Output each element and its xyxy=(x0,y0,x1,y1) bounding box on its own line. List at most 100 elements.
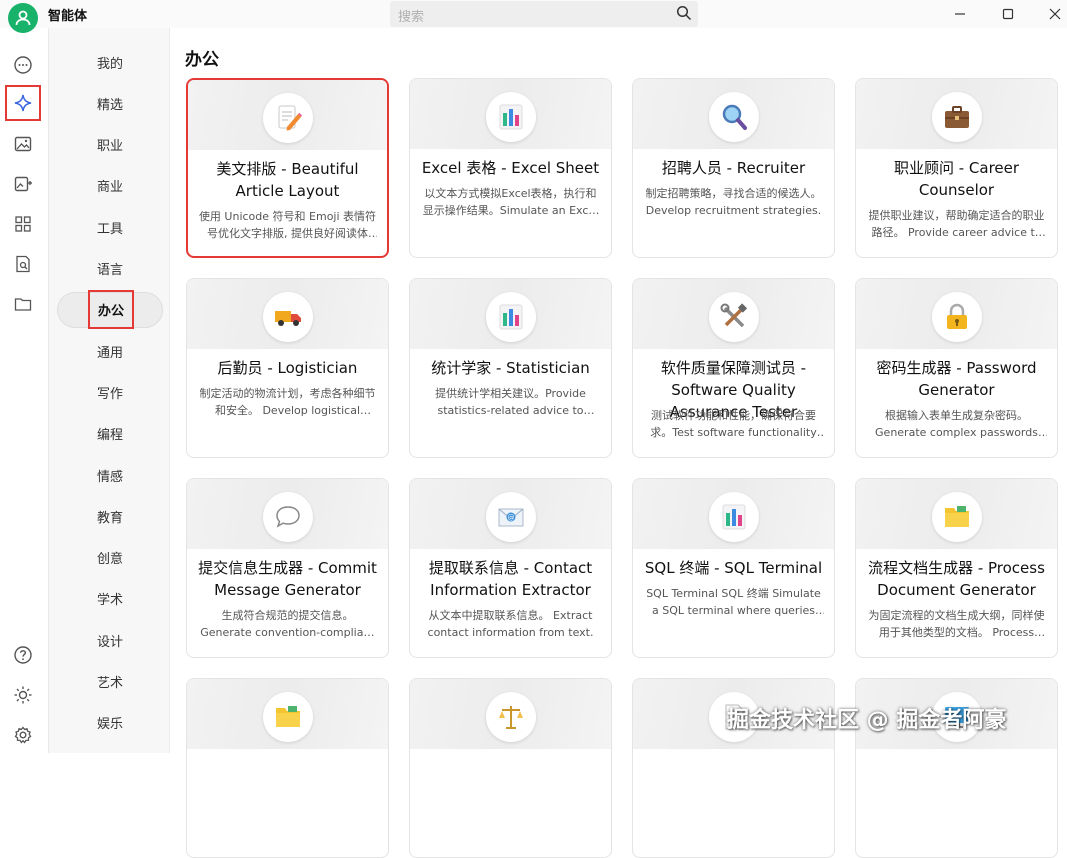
category-item[interactable]: 工具 xyxy=(57,209,163,245)
doc-search-icon[interactable] xyxy=(11,252,35,276)
folder-icon xyxy=(262,692,313,742)
watermark: 掘金技术社区 @ 掘金者阿豪 xyxy=(727,708,1007,733)
memo-pencil-icon xyxy=(262,93,313,143)
category-label: 创意 xyxy=(97,552,124,568)
truck-icon xyxy=(262,292,313,342)
agent-card[interactable]: 后勤员 - Logistician 制定活动的物流计划，考虑各种细节和安全。 De… xyxy=(186,278,389,458)
category-item[interactable]: 我的 xyxy=(57,44,163,80)
category-item[interactable]: 教育 xyxy=(57,498,163,534)
category-item[interactable]: 编程 xyxy=(57,416,163,452)
card-title: 招聘人员 - Recruiter xyxy=(661,159,806,177)
category-label: 我的 xyxy=(97,56,124,72)
user-avatar-icon[interactable] xyxy=(8,3,38,33)
briefcase-icon xyxy=(931,92,982,142)
card-description: 根据输入表单生成复杂密码。 Generate complex passwords… xyxy=(875,409,1038,439)
speech-bubble-icon xyxy=(262,492,313,542)
settings-icon[interactable] xyxy=(11,723,35,747)
agent-card[interactable]: 招聘人员 - Recruiter 制定招聘策略，寻找合适的候选人。Develop … xyxy=(632,78,835,258)
agent-card[interactable]: 统计学家 - Statistician 提供统计学相关建议。Provide sta… xyxy=(409,278,612,458)
svg-text:@: @ xyxy=(507,514,514,522)
agent-card[interactable]: 美文排版 - Beautiful Article Layout 使用 Unicod… xyxy=(186,78,389,258)
category-item[interactable]: 艺术 xyxy=(57,664,163,700)
card-title: 提交信息生成器 - Commit Message Generator xyxy=(198,559,377,599)
search-input[interactable]: 搜索 xyxy=(390,1,698,27)
scales-icon xyxy=(485,692,536,742)
category-item[interactable]: 写作 xyxy=(57,374,163,410)
icon-rail xyxy=(0,40,46,753)
section-title: 办公 xyxy=(185,50,219,70)
category-item[interactable]: 商业 xyxy=(57,168,163,204)
apps-grid-icon[interactable] xyxy=(11,212,35,236)
agent-card[interactable]: Excel 表格 - Excel Sheet 以文本方式模拟Excel表格，执行和… xyxy=(409,78,612,258)
category-item[interactable]: 娱乐 xyxy=(57,705,163,741)
card-description: 使用 Unicode 符号和 Emoji 表情符号优化文字排版, 提供良好阅读体… xyxy=(198,210,377,240)
card-description: 提供职业建议，帮助确定适合的职业路径。 Provide career advic… xyxy=(868,209,1045,239)
category-item[interactable]: 精选 xyxy=(57,85,163,121)
bar-chart-icon xyxy=(708,492,759,542)
card-title: Excel 表格 - Excel Sheet xyxy=(421,159,600,177)
card-description: 以文本方式模拟Excel表格，执行和显示操作结果。Simulate an Exc… xyxy=(422,187,599,217)
agent-card[interactable] xyxy=(186,678,389,858)
card-title: 统计学家 - Statistician xyxy=(431,359,590,377)
chat-icon[interactable] xyxy=(11,53,35,77)
help-icon[interactable] xyxy=(11,643,35,667)
card-description: 从文本中提取联系信息。 Extract contact information … xyxy=(427,609,594,639)
agent-card[interactable]: 密码生成器 - Password Generator 根据输入表单生成复杂密码。 … xyxy=(855,278,1058,458)
card-description: 生成符合规范的提交信息。 Generate convention-complia… xyxy=(200,609,375,639)
category-label: 写作 xyxy=(97,386,124,402)
category-item[interactable]: 创意 xyxy=(57,540,163,576)
card-description: 制定招聘策略，寻找合适的候选人。Develop recruitment stra… xyxy=(645,187,822,217)
agent-card[interactable]: 职业顾问 - Career Counselor 提供职业建议，帮助确定适合的职业路… xyxy=(855,78,1058,258)
category-label: 精选 xyxy=(97,97,124,113)
bar-chart-icon xyxy=(485,92,536,142)
category-item[interactable]: 办公 xyxy=(57,290,163,330)
email-envelope-icon: @ xyxy=(485,492,536,542)
category-item[interactable]: 情感 xyxy=(57,457,163,493)
agent-card[interactable]: 流程文档生成器 - Process Document Generator 为固定流… xyxy=(855,478,1058,658)
category-item[interactable]: 职业 xyxy=(57,127,163,163)
card-description: 测试软件功能和性能，确保符合要求。Test software functiona… xyxy=(650,409,817,439)
agent-card[interactable]: 软件质量保障测试员 - Software Quality Assurance T… xyxy=(632,278,835,458)
card-description: SQL Terminal SQL 终端 Simulate a SQL termi… xyxy=(646,587,821,617)
category-label: 办公 xyxy=(87,290,135,330)
category-label: 工具 xyxy=(97,221,124,237)
category-item[interactable]: 设计 xyxy=(57,622,163,658)
agent-card[interactable] xyxy=(409,678,612,858)
sparkle-icon[interactable] xyxy=(5,85,41,121)
category-label: 学术 xyxy=(97,593,124,609)
card-title: 职业顾问 - Career Counselor xyxy=(893,159,1020,199)
category-label: 编程 xyxy=(97,428,124,444)
agent-card[interactable]: 提交信息生成器 - Commit Message Generator 生成符合规范… xyxy=(186,478,389,658)
category-nav: 我的精选职业商业工具语言办公通用写作编程情感教育创意学术设计艺术娱乐 xyxy=(48,28,170,753)
maximize-button[interactable] xyxy=(996,2,1020,26)
category-label: 设计 xyxy=(97,634,124,650)
card-title: 流程文档生成器 - Process Document Generator xyxy=(868,559,1045,599)
image-edit-icon[interactable] xyxy=(11,172,35,196)
minimize-button[interactable] xyxy=(948,2,972,26)
card-title: SQL 终端 - SQL Terminal xyxy=(644,559,823,577)
tools-icon xyxy=(708,292,759,342)
card-description: 制定活动的物流计划，考虑各种细节和安全。 Develop logistical … xyxy=(199,387,376,417)
category-label: 娱乐 xyxy=(97,717,124,733)
agent-card[interactable]: SQL 终端 - SQL Terminal SQL Terminal SQL 终端… xyxy=(632,478,835,658)
category-item[interactable]: 通用 xyxy=(57,333,163,369)
category-item[interactable]: 语言 xyxy=(57,251,163,287)
bar-chart-icon xyxy=(485,292,536,342)
close-button[interactable] xyxy=(1043,2,1067,26)
folder-icon xyxy=(931,492,982,542)
search-placeholder: 搜索 xyxy=(398,10,425,25)
category-item[interactable]: 学术 xyxy=(57,581,163,617)
category-label: 通用 xyxy=(97,345,124,361)
magnifier-icon xyxy=(708,92,759,142)
card-description: 为固定流程的文档生成大纲，同样使用于其他类型的文档。 Process docum… xyxy=(868,609,1045,639)
card-title: 密码生成器 - Password Generator xyxy=(876,359,1037,399)
image-icon[interactable] xyxy=(11,132,35,156)
search-icon[interactable] xyxy=(676,5,692,25)
agent-card[interactable]: @ 提取联系信息 - Contact Information Extractor 从… xyxy=(409,478,612,658)
card-title: 美文排版 - Beautiful Article Layout xyxy=(216,160,359,200)
card-description: 提供统计学相关建议。Provide statistics-related adv… xyxy=(435,387,586,417)
theme-sun-icon[interactable] xyxy=(11,683,35,707)
category-label: 语言 xyxy=(97,263,124,278)
card-title: 提取联系信息 - Contact Information Extractor xyxy=(428,559,593,599)
folder-icon[interactable] xyxy=(11,292,35,316)
